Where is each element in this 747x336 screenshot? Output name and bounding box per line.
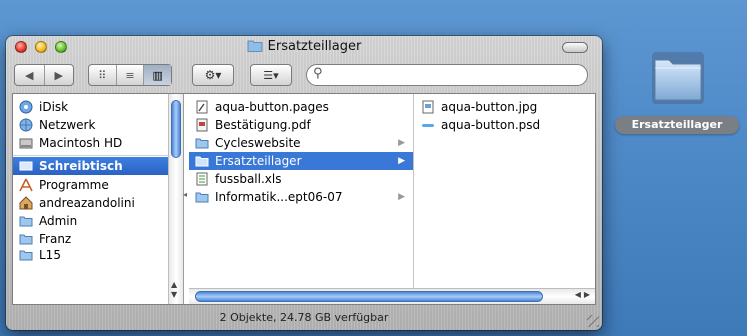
list-item-label: aqua-button.jpg xyxy=(441,100,538,114)
forward-button[interactable]: ▶ xyxy=(45,65,74,85)
forward-arrow-icon: ▶ xyxy=(54,68,63,82)
window-title: Ersatzteillager xyxy=(267,39,362,54)
column-view-button[interactable]: ▥ xyxy=(144,65,172,85)
disclosure-arrow-icon: ▶ xyxy=(398,156,405,166)
sidebar-item-label: Franz xyxy=(39,232,72,246)
list-item-cycleswebsite[interactable]: Cycleswebsite ▶ xyxy=(189,134,413,152)
harddisk-icon xyxy=(19,138,33,149)
desktop-folder-icon[interactable] xyxy=(649,50,707,106)
list-item-label: aqua-button.pages xyxy=(215,100,329,114)
jpg-image-icon xyxy=(422,100,434,114)
toolbar: ◀ ▶ ⠿ ≡ ▥ ⚙▾ ☰▾ ⚲ xyxy=(6,60,602,90)
list-item-bestaetigung-pdf[interactable]: Bestätigung.pdf xyxy=(189,116,413,134)
list-item-label: Bestätigung.pdf xyxy=(215,118,311,132)
sidebar: iDisk Netzwerk Macintosh HD Schreibtisch… xyxy=(13,94,184,304)
list-item-label: Informatik...ept06-07 xyxy=(215,190,343,204)
sidebar-item-label: L15 xyxy=(39,248,61,262)
action-menu-button[interactable]: ⚙▾ xyxy=(192,64,234,86)
sidebar-item-label: Macintosh HD xyxy=(39,136,123,150)
finder-window: Ersatzteillager ◀ ▶ ⠿ ≡ ▥ ⚙▾ ☰▾ ⚲ iDisk … xyxy=(6,36,602,330)
sidebar-item-label: Netzwerk xyxy=(39,118,96,132)
horizontal-scrollbar[interactable]: ◀▶ xyxy=(189,288,595,304)
sidebar-item-netzwerk[interactable]: Netzwerk xyxy=(13,116,183,134)
list-item-label: Ersatzteillager xyxy=(215,154,302,168)
search-field[interactable]: ⚲ xyxy=(306,64,588,86)
folder-icon xyxy=(195,138,209,149)
sidebar-item-label: andreazandolini xyxy=(39,196,135,210)
list-view-icon: ≡ xyxy=(125,68,135,82)
horizontal-scroll-thumb[interactable] xyxy=(195,291,543,302)
arrange-menu-button[interactable]: ☰▾ xyxy=(250,64,292,86)
folder-icon xyxy=(247,40,263,52)
sidebar-item-label: Admin xyxy=(39,214,78,228)
icon-view-button[interactable]: ⠿ xyxy=(89,65,117,85)
arrange-icon: ☰▾ xyxy=(263,68,279,82)
list-item-informatik[interactable]: Informatik...ept06-07 ▶ xyxy=(189,188,413,206)
idisk-icon xyxy=(19,100,33,114)
list-item-ersatzteillager[interactable]: Ersatzteillager ▶ xyxy=(189,152,413,170)
list-item-label: aqua-button.psd xyxy=(441,118,541,132)
sidebar-item-andreazandolini[interactable]: andreazandolini xyxy=(13,194,183,212)
status-bar: 2 Objekte, 24.78 GB verfügbar xyxy=(219,311,389,324)
resize-grip[interactable] xyxy=(587,315,599,327)
scroll-arrows[interactable]: ◀▶ xyxy=(575,290,593,299)
window-title-container: Ersatzteillager xyxy=(6,39,602,54)
psd-image-icon xyxy=(422,124,434,127)
sidebar-divider xyxy=(13,155,169,156)
column-view-icon: ▥ xyxy=(152,68,163,82)
sidebar-item-label: Programme xyxy=(39,178,109,192)
gear-icon: ⚙▾ xyxy=(204,68,222,82)
desktop-icon xyxy=(19,161,33,171)
list-item-fussball-xls[interactable]: fussball.xls xyxy=(189,170,413,188)
network-icon xyxy=(19,118,33,132)
sidebar-item-label: iDisk xyxy=(39,100,69,114)
back-arrow-icon: ◀ xyxy=(25,68,34,82)
icon-view-icon: ⠿ xyxy=(98,68,107,82)
pages-document-icon xyxy=(196,100,208,114)
back-button[interactable]: ◀ xyxy=(15,65,45,85)
applications-icon xyxy=(19,178,33,192)
toolbar-toggle-button[interactable] xyxy=(562,42,588,53)
disclosure-arrow-icon: ▶ xyxy=(398,138,405,148)
sidebar-scrollbar[interactable]: ▲ ▼ xyxy=(168,94,183,304)
list-view-button[interactable]: ≡ xyxy=(117,65,145,85)
folder-icon xyxy=(19,216,33,227)
folder-icon xyxy=(19,250,33,261)
folder-icon xyxy=(195,156,209,167)
list-item-aqua-button-pages[interactable]: aqua-button.pages xyxy=(189,98,413,116)
sidebar-item-label: Schreibtisch xyxy=(39,159,123,173)
folder-icon xyxy=(195,192,209,203)
sidebar-item-programme[interactable]: Programme xyxy=(13,176,183,194)
title-bar[interactable]: Ersatzteillager xyxy=(6,36,602,58)
sidebar-item-macintosh-hd[interactable]: Macintosh HD xyxy=(13,134,183,152)
disclosure-arrow-icon: ▶ xyxy=(398,192,405,202)
spreadsheet-icon xyxy=(196,172,208,186)
list-item-label: Cycleswebsite xyxy=(215,136,301,150)
sidebar-scroll-arrows[interactable]: ▲ ▼ xyxy=(171,280,177,300)
sidebar-item-l15[interactable]: L15 xyxy=(13,248,183,262)
sidebar-item-admin[interactable]: Admin xyxy=(13,212,183,230)
pdf-document-icon xyxy=(196,118,208,132)
folder-icon xyxy=(19,234,33,245)
sidebar-scroll-thumb[interactable] xyxy=(171,100,181,158)
desktop-icon-label: Ersatzteillager xyxy=(615,116,739,134)
list-item-aqua-button-jpg[interactable]: aqua-button.jpg xyxy=(415,98,595,116)
column-browser: iDisk Netzwerk Macintosh HD Schreibtisch… xyxy=(12,93,596,305)
file-column-2: aqua-button.pages Bestätigung.pdf Cycles… xyxy=(189,94,414,304)
search-icon: ⚲ xyxy=(313,66,323,81)
home-icon xyxy=(19,196,33,210)
list-item-aqua-button-psd[interactable]: aqua-button.psd xyxy=(415,116,595,134)
sidebar-item-idisk[interactable]: iDisk xyxy=(13,98,183,116)
view-mode-control: ⠿ ≡ ▥ xyxy=(88,64,172,86)
file-column-3: aqua-button.jpg aqua-button.psd || xyxy=(415,94,595,304)
back-forward-control: ◀ ▶ xyxy=(14,64,74,86)
sidebar-item-franz[interactable]: Franz xyxy=(13,230,183,248)
list-item-label: fussball.xls xyxy=(215,172,282,186)
sidebar-item-schreibtisch[interactable]: Schreibtisch xyxy=(13,157,169,175)
